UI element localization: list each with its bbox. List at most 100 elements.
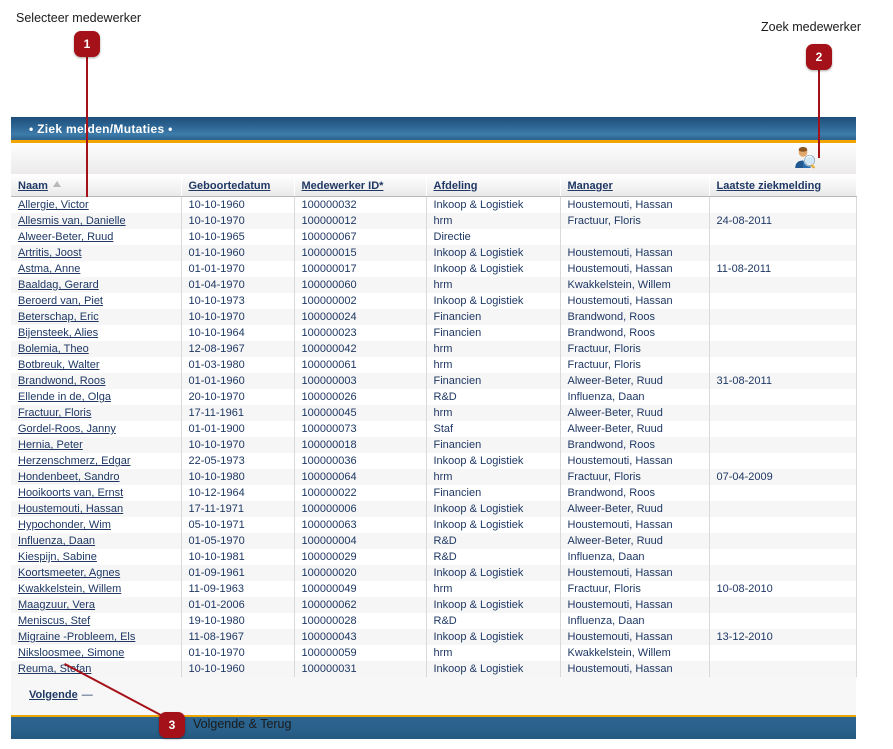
cell-afdeling: Financien bbox=[426, 309, 561, 325]
employee-link[interactable]: Hypochonder, Wim bbox=[18, 519, 111, 531]
employee-link[interactable]: Allergie, Victor bbox=[18, 199, 89, 211]
cell-manager: Brandwond, Roos bbox=[560, 437, 710, 453]
column-header-afdeling[interactable]: Afdeling bbox=[426, 175, 561, 197]
cell-geboortedatum: 01-10-1970 bbox=[181, 645, 295, 661]
medewerkers-table: Naam Geboortedatum Medewerker ID* Afdeli… bbox=[11, 175, 857, 677]
employee-link[interactable]: Baaldag, Gerard bbox=[18, 279, 99, 291]
column-header-medewerker-id-label[interactable]: Medewerker ID* bbox=[302, 180, 384, 192]
employee-link[interactable]: Brandwond, Roos bbox=[18, 375, 105, 387]
employee-link[interactable]: Herzenschmerz, Edgar bbox=[18, 455, 131, 467]
employee-link[interactable]: Hondenbeet, Sandro bbox=[18, 471, 120, 483]
employee-link[interactable]: Migraine -Probleem, Els bbox=[18, 631, 135, 643]
cell-manager: Fractuur, Floris bbox=[560, 581, 710, 597]
employee-link[interactable]: Artritis, Joost bbox=[18, 247, 82, 259]
employee-link[interactable]: Hernia, Peter bbox=[18, 439, 83, 451]
cell-laatste_ziekmelding bbox=[709, 501, 857, 517]
cell-naam: Maagzuur, Vera bbox=[11, 597, 182, 613]
cell-afdeling: hrm bbox=[426, 469, 561, 485]
cell-afdeling: Inkoop & Logistiek bbox=[426, 597, 561, 613]
cell-laatste_ziekmelding: 24-08-2011 bbox=[709, 213, 857, 229]
table-row: Brandwond, Roos 01-01-1960 100000003 Financ… bbox=[11, 373, 857, 389]
employee-link[interactable]: Botbreuk, Walter bbox=[18, 359, 100, 371]
cell-manager bbox=[560, 229, 710, 245]
cell-medewerker_id: 100000067 bbox=[294, 229, 427, 245]
cell-manager: Brandwond, Roos bbox=[560, 485, 710, 501]
volgende-link[interactable]: Volgende bbox=[29, 689, 78, 701]
cell-manager: Houstemouti, Hassan bbox=[560, 629, 710, 645]
cell-afdeling: hrm bbox=[426, 405, 561, 421]
cell-geboortedatum: 10-12-1964 bbox=[181, 485, 295, 501]
employee-link[interactable]: Kwakkelstein, Willem bbox=[18, 583, 121, 595]
column-header-medewerker-id[interactable]: Medewerker ID* bbox=[294, 175, 427, 197]
column-header-manager-label[interactable]: Manager bbox=[568, 180, 613, 192]
cell-naam: Reuma, Stefan bbox=[11, 661, 182, 677]
column-header-geboortedatum-label[interactable]: Geboortedatum bbox=[189, 180, 271, 192]
cell-medewerker_id: 100000028 bbox=[294, 613, 427, 629]
employee-link[interactable]: Fractuur, Floris bbox=[18, 407, 91, 419]
column-header-afdeling-label[interactable]: Afdeling bbox=[434, 180, 478, 192]
cell-laatste_ziekmelding bbox=[709, 661, 857, 677]
cell-medewerker_id: 100000029 bbox=[294, 549, 427, 565]
cell-laatste_ziekmelding bbox=[709, 517, 857, 533]
cell-geboortedatum: 19-10-1980 bbox=[181, 613, 295, 629]
cell-afdeling: Inkoop & Logistiek bbox=[426, 293, 561, 309]
employee-link[interactable]: Astma, Anne bbox=[18, 263, 80, 275]
cell-laatste_ziekmelding bbox=[709, 245, 857, 261]
cell-naam: Hondenbeet, Sandro bbox=[11, 469, 182, 485]
cell-afdeling: Inkoop & Logistiek bbox=[426, 517, 561, 533]
cell-afdeling: Inkoop & Logistiek bbox=[426, 196, 561, 213]
cell-geboortedatum: 01-09-1961 bbox=[181, 565, 295, 581]
cell-manager: Alweer-Beter, Ruud bbox=[560, 405, 710, 421]
employee-link[interactable]: Hooikoorts van, Ernst bbox=[18, 487, 123, 499]
employee-link[interactable]: Maagzuur, Vera bbox=[18, 599, 95, 611]
cell-afdeling: hrm bbox=[426, 581, 561, 597]
employee-link[interactable]: Influenza, Daan bbox=[18, 535, 95, 547]
cell-geboortedatum: 11-09-1963 bbox=[181, 581, 295, 597]
cell-geboortedatum: 01-05-1970 bbox=[181, 533, 295, 549]
column-header-naam[interactable]: Naam bbox=[11, 175, 182, 197]
table-row: Bolemia, Theo 12-08-1967 100000042 hrm Fract… bbox=[11, 341, 857, 357]
cell-manager: Alweer-Beter, Ruud bbox=[560, 533, 710, 549]
table-row: Herzenschmerz, Edgar 22-05-1973 100000036 I… bbox=[11, 453, 857, 469]
cell-afdeling: Inkoop & Logistiek bbox=[426, 629, 561, 645]
employee-link[interactable]: Alweer-Beter, Ruud bbox=[18, 231, 113, 243]
column-header-geboortedatum[interactable]: Geboortedatum bbox=[181, 175, 295, 197]
column-header-laatste-ziekmelding-label[interactable]: Laatste ziekmelding bbox=[717, 180, 822, 192]
table-row: Hondenbeet, Sandro 10-10-1980 100000064 hrm… bbox=[11, 469, 857, 485]
cell-naam: Influenza, Daan bbox=[11, 533, 182, 549]
employee-link[interactable]: Bolemia, Theo bbox=[18, 343, 89, 355]
cell-afdeling: hrm bbox=[426, 341, 561, 357]
cell-afdeling: Financien bbox=[426, 437, 561, 453]
employee-link[interactable]: Gordel-Roos, Janny bbox=[18, 423, 116, 435]
cell-laatste_ziekmelding bbox=[709, 437, 857, 453]
employee-link[interactable]: Meniscus, Stef bbox=[18, 615, 90, 627]
column-header-manager[interactable]: Manager bbox=[560, 175, 710, 197]
cell-laatste_ziekmelding: 11-08-2011 bbox=[709, 261, 857, 277]
pager-separator: — bbox=[81, 689, 93, 701]
cell-geboortedatum: 17-11-1971 bbox=[181, 501, 295, 517]
person-search-icon[interactable] bbox=[792, 146, 818, 171]
cell-medewerker_id: 100000032 bbox=[294, 196, 427, 213]
employee-link[interactable]: Beterschap, Eric bbox=[18, 311, 99, 323]
cell-laatste_ziekmelding: 31-08-2011 bbox=[709, 373, 857, 389]
employee-link[interactable]: Allesmis van, Danielle bbox=[18, 215, 126, 227]
column-header-naam-label[interactable]: Naam bbox=[18, 180, 48, 192]
employee-link[interactable]: Niksloosmee, Simone bbox=[18, 647, 124, 659]
employee-link[interactable]: Ellende in de, Olga bbox=[18, 391, 111, 403]
employee-link[interactable]: Koortsmeeter, Agnes bbox=[18, 567, 120, 579]
employee-link[interactable]: Bijensteek, Alies bbox=[18, 327, 98, 339]
cell-afdeling: R&D bbox=[426, 549, 561, 565]
cell-afdeling: Inkoop & Logistiek bbox=[426, 501, 561, 517]
employee-link[interactable]: Houstemouti, Hassan bbox=[18, 503, 123, 515]
table-row: Ellende in de, Olga 20-10-1970 100000026 R&… bbox=[11, 389, 857, 405]
annotation-label-1: Selecteer medewerker bbox=[16, 11, 142, 25]
cell-geboortedatum: 10-10-1960 bbox=[181, 196, 295, 213]
employee-link[interactable]: Beroerd van, Piet bbox=[18, 295, 103, 307]
table-row: Kwakkelstein, Willem 11-09-1963 100000049 h… bbox=[11, 581, 857, 597]
cell-medewerker_id: 100000059 bbox=[294, 645, 427, 661]
cell-manager: Houstemouti, Hassan bbox=[560, 661, 710, 677]
cell-afdeling: hrm bbox=[426, 213, 561, 229]
table-row: Alweer-Beter, Ruud 10-10-1965 100000067 Dir… bbox=[11, 229, 857, 245]
employee-link[interactable]: Kiespijn, Sabine bbox=[18, 551, 97, 563]
column-header-laatste-ziekmelding[interactable]: Laatste ziekmelding bbox=[709, 175, 857, 197]
